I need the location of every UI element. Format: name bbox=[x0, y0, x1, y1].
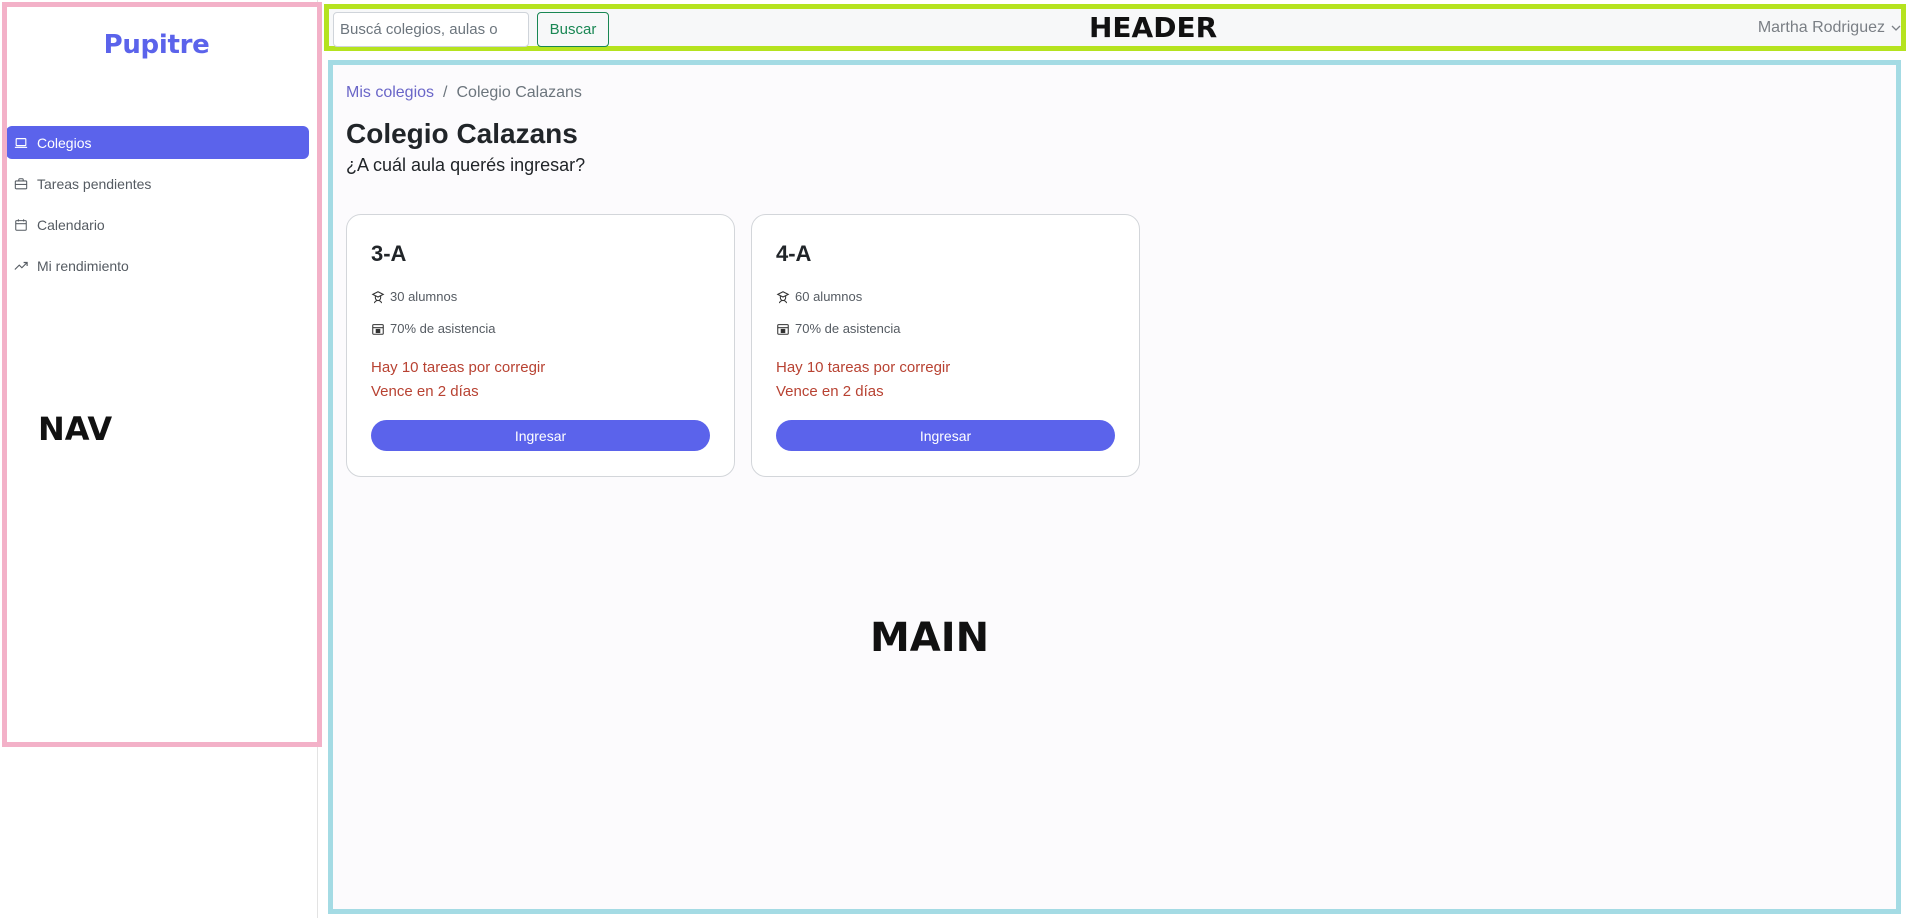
calendar-icon bbox=[14, 218, 28, 232]
main-annotation: MAIN bbox=[870, 615, 990, 661]
students-count: 30 alumnos bbox=[390, 289, 458, 304]
calendar-check-icon bbox=[776, 322, 790, 336]
sidebar-item-label: Calendario bbox=[37, 216, 105, 233]
pending-tasks-alert: Hay 10 tareas por corregir bbox=[776, 359, 951, 376]
pending-tasks-alert: Hay 10 tareas por corregir bbox=[371, 359, 546, 376]
sidebar-item-label: Colegios bbox=[37, 134, 92, 151]
student-icon bbox=[371, 290, 385, 304]
sidebar-item-label: Mi rendimiento bbox=[37, 257, 129, 274]
classroom-attendance: 70% de asistencia bbox=[371, 321, 496, 336]
briefcase-icon bbox=[14, 177, 28, 191]
user-menu[interactable]: Martha Rodriguez bbox=[1758, 19, 1901, 37]
breadcrumb: Mis colegios / Colegio Calazans bbox=[346, 84, 582, 102]
sidebar-item-label: Tareas pendientes bbox=[37, 175, 152, 192]
classroom-attendance: 70% de asistencia bbox=[776, 321, 901, 336]
trending-up-icon bbox=[14, 259, 28, 273]
header-annotation: HEADER bbox=[1089, 11, 1218, 44]
sidebar-item-mi-rendimiento[interactable]: Mi rendimiento bbox=[6, 249, 309, 282]
classroom-name: 3-A bbox=[371, 241, 407, 266]
sidebar-nav: Colegios Tareas pendientes Calendario Mi… bbox=[6, 126, 309, 290]
enter-classroom-button[interactable]: Ingresar bbox=[776, 420, 1115, 451]
page-title: Colegio Calazans bbox=[346, 118, 578, 149]
search-button[interactable]: Buscar bbox=[537, 12, 609, 47]
page-subtitle: ¿A cuál aula querés ingresar? bbox=[346, 155, 586, 175]
attendance-rate: 70% de asistencia bbox=[390, 321, 496, 336]
user-name: Martha Rodriguez bbox=[1757, 19, 1885, 36]
classroom-students: 30 alumnos bbox=[371, 289, 457, 304]
student-icon bbox=[776, 290, 790, 304]
app-root: Pupitre Colegios Tareas pendientes Calen… bbox=[0, 0, 1910, 918]
chevron-down-icon bbox=[1891, 24, 1901, 32]
laptop-icon bbox=[14, 136, 28, 150]
students-count: 60 alumnos bbox=[795, 289, 863, 304]
enter-classroom-button[interactable]: Ingresar bbox=[371, 420, 710, 451]
classroom-students: 60 alumnos bbox=[776, 289, 862, 304]
sidebar: Pupitre Colegios Tareas pendientes Calen… bbox=[0, 0, 318, 918]
main-content: Mis colegios / Colegio Calazans Colegio … bbox=[328, 60, 1901, 914]
header: Buscar HEADER Martha Rodriguez bbox=[324, 4, 1906, 51]
nav-annotation: NAV bbox=[38, 410, 113, 448]
due-date-alert: Vence en 2 días bbox=[371, 383, 479, 400]
breadcrumb-separator: / bbox=[443, 84, 448, 101]
attendance-rate: 70% de asistencia bbox=[795, 321, 901, 336]
sidebar-item-tareas-pendientes[interactable]: Tareas pendientes bbox=[6, 167, 309, 200]
sidebar-item-colegios[interactable]: Colegios bbox=[6, 126, 309, 159]
classroom-card: 4-A 60 alumnos 70% de asistencia Hay 10 … bbox=[751, 214, 1140, 477]
due-date-alert: Vence en 2 días bbox=[776, 383, 884, 400]
sidebar-item-calendario[interactable]: Calendario bbox=[6, 208, 309, 241]
classroom-list: 3-A 30 alumnos 70% de asistencia Hay 10 … bbox=[346, 214, 1156, 477]
search-input[interactable] bbox=[333, 12, 529, 47]
breadcrumb-link-mis-colegios[interactable]: Mis colegios bbox=[346, 84, 434, 102]
app-logo[interactable]: Pupitre bbox=[0, 30, 313, 60]
calendar-check-icon bbox=[371, 322, 385, 336]
classroom-card: 3-A 30 alumnos 70% de asistencia Hay 10 … bbox=[346, 214, 735, 477]
classroom-name: 4-A bbox=[776, 241, 812, 266]
breadcrumb-current: Colegio Calazans bbox=[456, 84, 582, 101]
